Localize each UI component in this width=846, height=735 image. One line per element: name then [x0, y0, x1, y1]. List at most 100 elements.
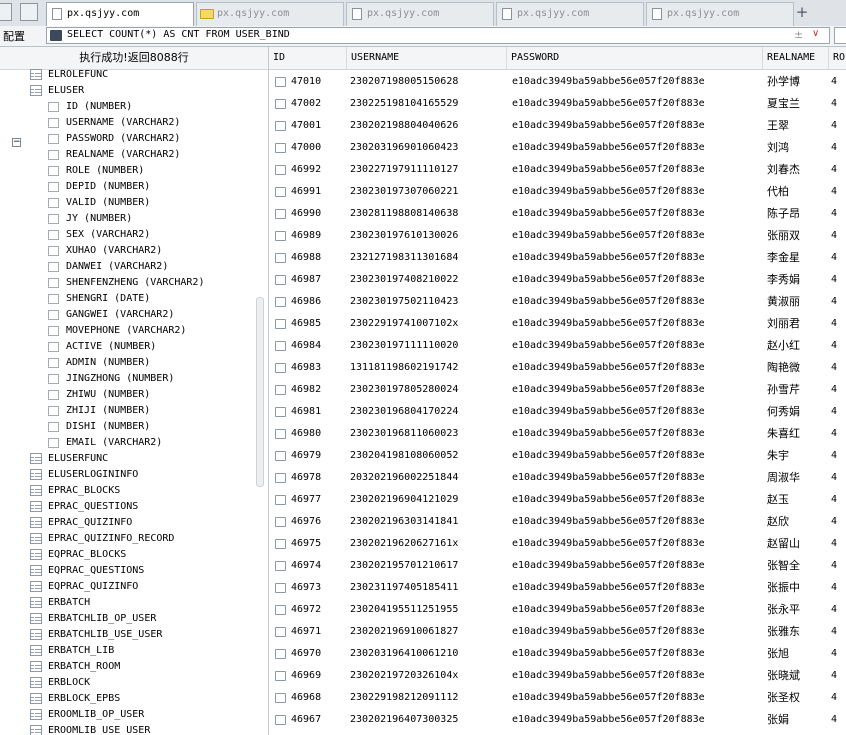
tree-column-item[interactable]: PASSWORD (VARCHAR2): [0, 131, 256, 147]
table-row[interactable]: 46982 230230197805280024 e10adc3949ba59abb…: [269, 379, 846, 401]
row-checkbox[interactable]: [275, 363, 286, 373]
row-checkbox[interactable]: [275, 671, 286, 681]
table-row[interactable]: 46968 230229198212091112 e10adc3949ba59abb…: [269, 687, 846, 709]
tree-table-item[interactable]: EROOMLIB_USE_USER: [0, 723, 256, 735]
tree-table-item[interactable]: EQPRAC_QUESTIONS: [0, 563, 256, 579]
row-checkbox[interactable]: [275, 539, 286, 549]
row-checkbox[interactable]: [275, 693, 286, 703]
row-checkbox[interactable]: [275, 165, 286, 175]
row-checkbox[interactable]: [275, 627, 286, 637]
tree-column-item[interactable]: REALNAME (VARCHAR2): [0, 147, 256, 163]
table-row[interactable]: 46967 230202196407300325 e10adc3949ba59abb…: [269, 709, 846, 731]
table-row[interactable]: 46987 230230197408210022 e10adc3949ba59abb…: [269, 269, 846, 291]
table-row[interactable]: 46986 230230197502110423 e10adc3949ba59abb…: [269, 291, 846, 313]
row-checkbox[interactable]: [275, 451, 286, 461]
tree-column-item[interactable]: GANGWEI (VARCHAR2): [0, 307, 256, 323]
column-header-roi[interactable]: ROI: [829, 47, 846, 69]
row-checkbox[interactable]: [275, 143, 286, 153]
tree-column-item[interactable]: ADMIN (NUMBER): [0, 355, 256, 371]
table-row[interactable]: 46981 230230196804170224 e10adc3949ba59abb…: [269, 401, 846, 423]
tree-column-item[interactable]: USERNAME (VARCHAR2): [0, 115, 256, 131]
tree-table-item[interactable]: ELUSER: [0, 83, 256, 99]
table-row[interactable]: 46970 230203196410061210 e10adc3949ba59abb…: [269, 643, 846, 665]
tab-3[interactable]: px.qsjyy.com: [346, 2, 494, 26]
row-checkbox[interactable]: [275, 99, 286, 109]
new-tab-button[interactable]: +: [794, 4, 810, 20]
table-row[interactable]: 46992 230227197911110127 e10adc3949ba59abb…: [269, 159, 846, 181]
tab-list-icon[interactable]: [20, 3, 38, 21]
plus-minus-button[interactable]: ±: [794, 28, 803, 41]
row-checkbox[interactable]: [275, 297, 286, 307]
tree-scrollbar[interactable]: [256, 297, 264, 487]
row-checkbox[interactable]: [275, 517, 286, 527]
row-checkbox[interactable]: [275, 319, 286, 329]
tree-column-item[interactable]: JINGZHONG (NUMBER): [0, 371, 256, 387]
row-checkbox[interactable]: [275, 187, 286, 197]
tab-5[interactable]: px.qsjyy.com: [646, 2, 794, 26]
tree-column-item[interactable]: DEPID (NUMBER): [0, 179, 256, 195]
tree-table-item[interactable]: EPRAC_QUESTIONS: [0, 499, 256, 515]
tab-2[interactable]: px.qsjyy.com: [196, 2, 344, 26]
table-row[interactable]: 46974 230202195701210617 e10adc3949ba59abb…: [269, 555, 846, 577]
tree-table-item[interactable]: ELROLEFUNC: [0, 67, 256, 83]
tree-column-item[interactable]: EMAIL (VARCHAR2): [0, 435, 256, 451]
table-row[interactable]: 46973 230231197405185411 e10adc3949ba59abb…: [269, 577, 846, 599]
row-checkbox[interactable]: [275, 209, 286, 219]
tree-table-item[interactable]: ERBATCH_ROOM: [0, 659, 256, 675]
row-checkbox[interactable]: [275, 715, 286, 725]
table-row[interactable]: 46980 230230196811060023 e10adc3949ba59abb…: [269, 423, 846, 445]
window-menu-icon[interactable]: [0, 3, 12, 21]
tree-table-item[interactable]: EPRAC_BLOCKS: [0, 483, 256, 499]
tree-column-item[interactable]: VALID (NUMBER): [0, 195, 256, 211]
column-header-password[interactable]: PASSWORD: [507, 47, 763, 69]
tree-table-item[interactable]: EQPRAC_BLOCKS: [0, 547, 256, 563]
row-checkbox[interactable]: [275, 341, 286, 351]
table-row[interactable]: 47001 230202198804040626 e10adc3949ba59abb…: [269, 115, 846, 137]
tree-table-item[interactable]: ELUSERLOGININFO: [0, 467, 256, 483]
tab-1[interactable]: px.qsjyy.com: [46, 2, 194, 27]
row-checkbox[interactable]: [275, 253, 286, 263]
column-header-username[interactable]: USERNAME: [347, 47, 507, 69]
row-checkbox[interactable]: [275, 561, 286, 571]
tree-column-item[interactable]: DISHI (NUMBER): [0, 419, 256, 435]
table-row[interactable]: 46991 230230197307060221 e10adc3949ba59abb…: [269, 181, 846, 203]
table-row[interactable]: 46971 230202196910061827 e10adc3949ba59abb…: [269, 621, 846, 643]
row-checkbox[interactable]: [275, 231, 286, 241]
tree-table-item[interactable]: ERBATCHLIB_USE_USER: [0, 627, 256, 643]
tree-table-item[interactable]: ERBATCHLIB_OP_USER: [0, 611, 256, 627]
row-checkbox[interactable]: [275, 121, 286, 131]
column-header-id[interactable]: ID: [269, 47, 347, 69]
tree-column-item[interactable]: XUHAO (VARCHAR2): [0, 243, 256, 259]
tab-scroll-icon[interactable]: [830, 4, 846, 22]
tree-column-item[interactable]: ROLE (NUMBER): [0, 163, 256, 179]
tree-column-item[interactable]: ID (NUMBER): [0, 99, 256, 115]
table-row[interactable]: 46972 230204195511251955 e10adc3949ba59abb…: [269, 599, 846, 621]
table-row[interactable]: 46977 230202196904121029 e10adc3949ba59abb…: [269, 489, 846, 511]
config-menu[interactable]: 配置: [3, 28, 25, 44]
tree-column-item[interactable]: ZHIWU (NUMBER): [0, 387, 256, 403]
row-checkbox[interactable]: [275, 275, 286, 285]
row-checkbox[interactable]: [275, 583, 286, 593]
collapse-toggle-icon[interactable]: −: [12, 138, 21, 147]
sql-input[interactable]: SELECT COUNT(*) AS CNT FROM USER_BIND ± …: [46, 27, 830, 44]
table-row[interactable]: 46990 230281198808140638 e10adc3949ba59abb…: [269, 203, 846, 225]
row-checkbox[interactable]: [275, 77, 286, 87]
tree-column-item[interactable]: MOVEPHONE (VARCHAR2): [0, 323, 256, 339]
table-row[interactable]: 46985 23022919741007102x e10adc3949ba59abb…: [269, 313, 846, 335]
tree-column-item[interactable]: JY (NUMBER): [0, 211, 256, 227]
tree-table-item[interactable]: ERBLOCK_EPBS: [0, 691, 256, 707]
tree-column-item[interactable]: SHENFENZHENG (VARCHAR2): [0, 275, 256, 291]
row-checkbox[interactable]: [275, 605, 286, 615]
table-row[interactable]: 46984 230230197111110020 e10adc3949ba59abb…: [269, 335, 846, 357]
close-query-button[interactable]: [834, 27, 846, 44]
table-row[interactable]: 46978 203202196002251844 e10adc3949ba59abb…: [269, 467, 846, 489]
table-row[interactable]: 46979 230204198108060052 e10adc3949ba59abb…: [269, 445, 846, 467]
row-checkbox[interactable]: [275, 649, 286, 659]
tree-table-item[interactable]: EROOMLIB_OP_USER: [0, 707, 256, 723]
table-row[interactable]: 46989 230230197610130026 e10adc3949ba59abb…: [269, 225, 846, 247]
table-row[interactable]: 46983 131181198602191742 e10adc3949ba59abb…: [269, 357, 846, 379]
row-checkbox[interactable]: [275, 473, 286, 483]
row-checkbox[interactable]: [275, 407, 286, 417]
tree-column-item[interactable]: SEX (VARCHAR2): [0, 227, 256, 243]
history-dropdown-icon[interactable]: ∨: [812, 28, 819, 39]
